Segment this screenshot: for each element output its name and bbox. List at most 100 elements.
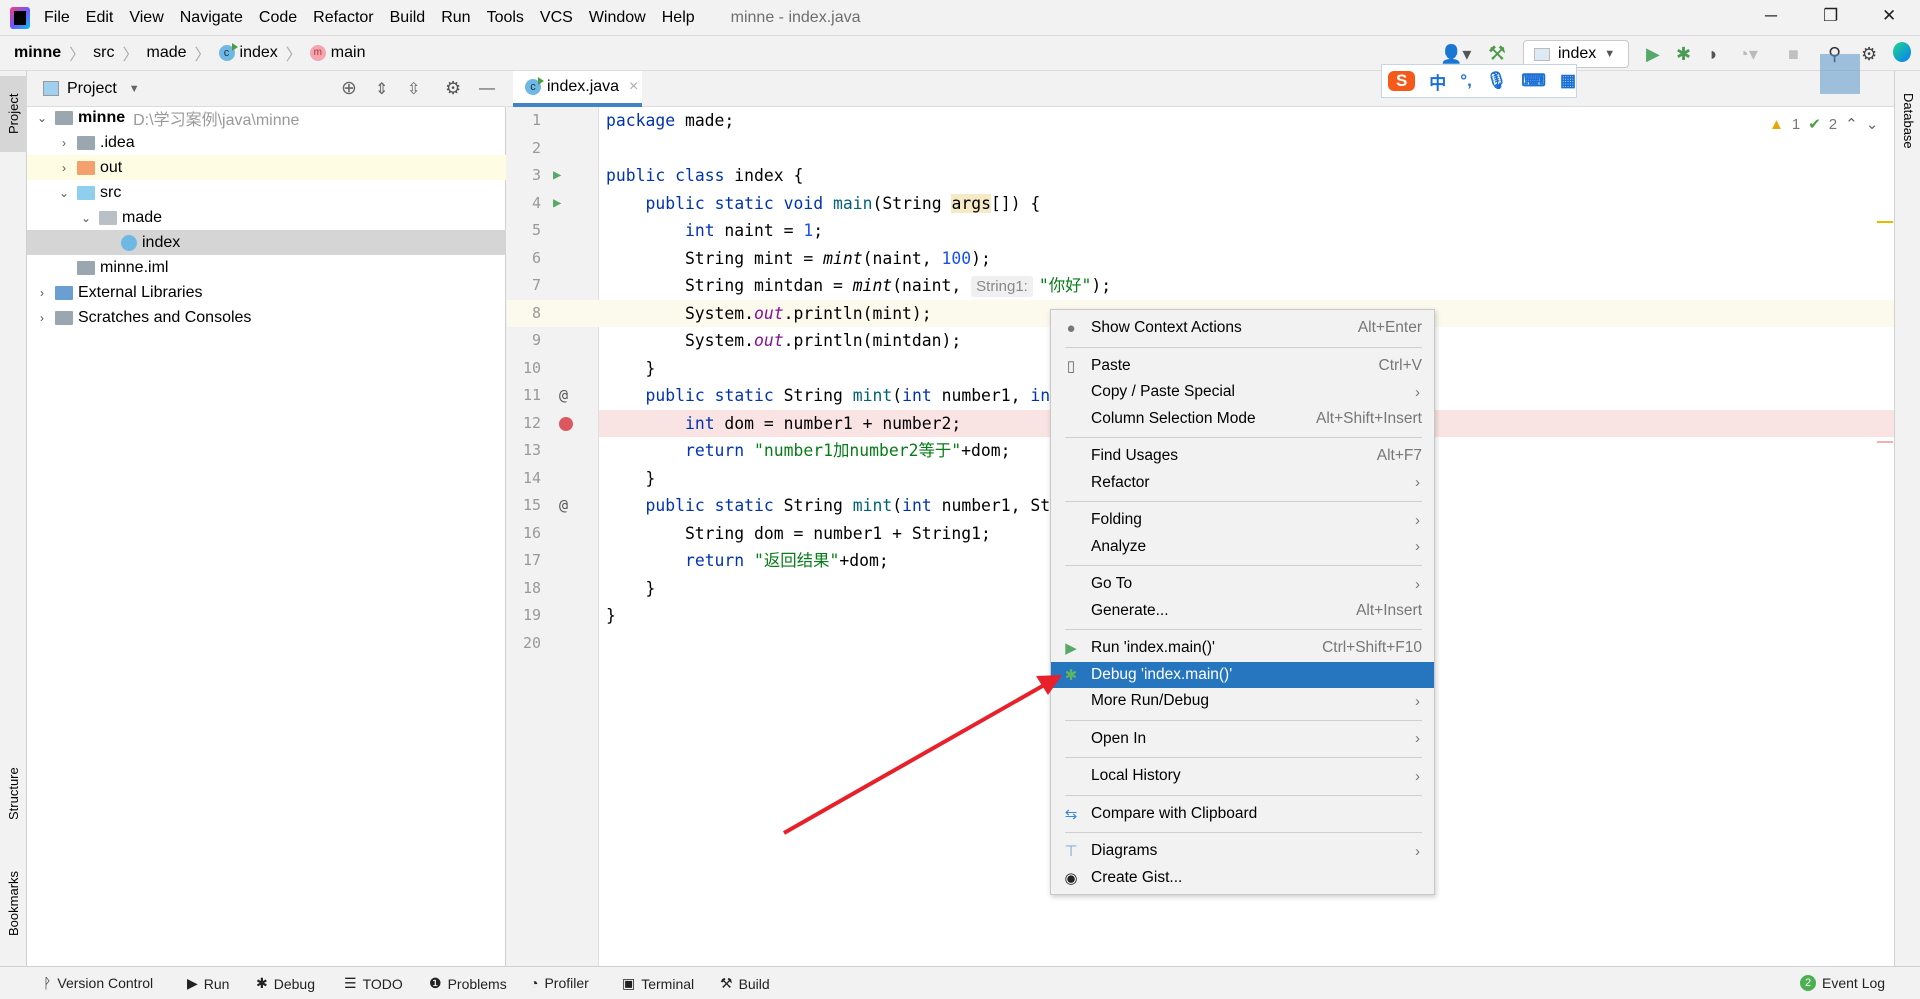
breadcrumb-src[interactable]: src bbox=[93, 44, 114, 62]
settings-icon[interactable]: ⚙ bbox=[445, 78, 461, 99]
minimize-button[interactable]: ─ bbox=[1765, 6, 1777, 26]
tool-tab-database[interactable]: Database bbox=[1895, 81, 1920, 161]
jetbrains-icon[interactable] bbox=[1893, 42, 1911, 62]
chevron-right-icon[interactable]: › bbox=[57, 161, 71, 175]
status-tab-debug[interactable]: ✱ Debug bbox=[256, 975, 315, 992]
breadcrumb-method[interactable]: m main bbox=[309, 44, 365, 62]
breakpoint-icon[interactable] bbox=[559, 416, 573, 431]
code-line[interactable]: 1 package made; bbox=[507, 107, 1894, 135]
close-tab-icon[interactable]: × bbox=[629, 78, 638, 96]
inspection-widget[interactable]: ▲ 1 ✔ 2 ⌃ ⌄ bbox=[1769, 115, 1879, 134]
menu-item-find-usages[interactable]: Find Usages Alt+F7 bbox=[1051, 443, 1434, 470]
sogou-logo-icon[interactable]: S bbox=[1388, 71, 1416, 91]
breakpoint-stripe-marker[interactable] bbox=[1877, 441, 1893, 443]
keyboard-icon[interactable]: ⌨ bbox=[1521, 71, 1546, 91]
menu-item-debug-index-main[interactable]: ✱ Debug 'index.main()' bbox=[1051, 661, 1434, 688]
tree-item-made[interactable]: ⌄ made bbox=[27, 205, 506, 230]
event-log-button[interactable]: 2 Event Log bbox=[1800, 975, 1885, 991]
project-panel-title[interactable]: Project bbox=[67, 80, 117, 98]
code-line[interactable]: 3 ▶ public class index { bbox=[507, 162, 1894, 190]
menu-item-show-context-actions[interactable]: ● Show Context Actions Alt+Enter bbox=[1051, 315, 1434, 342]
menu-item-run-index-main[interactable]: ▶ Run 'index.main()' Ctrl+Shift+F10 bbox=[1051, 635, 1434, 662]
chevron-right-icon[interactable]: › bbox=[57, 136, 71, 150]
menu-item-copy-paste-special[interactable]: Copy / Paste Special › bbox=[1051, 379, 1434, 406]
settings-icon[interactable]: ⚙ bbox=[1861, 44, 1877, 64]
menu-item-column-selection-mode[interactable]: Column Selection Mode Alt+Shift+Insert bbox=[1051, 406, 1434, 433]
run-icon[interactable]: ▶ bbox=[1646, 44, 1660, 64]
breadcrumb-class[interactable]: c index bbox=[218, 43, 278, 62]
menu-edit[interactable]: Edit bbox=[86, 9, 114, 27]
tool-tab-project[interactable]: Project bbox=[0, 76, 27, 152]
user-icon[interactable]: 👤▾ bbox=[1440, 44, 1471, 64]
mic-icon[interactable]: 🎙 bbox=[1486, 71, 1508, 91]
chevron-down-icon[interactable]: ▼ bbox=[129, 83, 140, 95]
tab-index-java[interactable]: c index.java × bbox=[513, 71, 642, 107]
tool-tab-structure[interactable]: Structure bbox=[0, 751, 27, 836]
chevron-down-icon[interactable]: ⌄ bbox=[57, 186, 71, 200]
menu-item-analyze[interactable]: Analyze › bbox=[1051, 534, 1434, 561]
menu-item-create-gist[interactable]: ◉ Create Gist... bbox=[1051, 865, 1434, 892]
run-gutter-icon[interactable]: ▶ bbox=[553, 162, 561, 190]
menu-item-folding[interactable]: Folding › bbox=[1051, 507, 1434, 534]
menu-navigate[interactable]: Navigate bbox=[180, 9, 243, 27]
ime-punct-button[interactable]: °, bbox=[1460, 71, 1472, 91]
menu-item-go-to[interactable]: Go To › bbox=[1051, 571, 1434, 598]
next-highlight-icon[interactable]: ⌄ bbox=[1866, 115, 1879, 133]
code-line[interactable]: 5 int naint = 1; bbox=[507, 217, 1894, 245]
locate-icon[interactable]: ⊕ bbox=[341, 77, 357, 100]
menu-vcs[interactable]: VCS bbox=[540, 9, 573, 27]
ime-mode-button[interactable]: 中 bbox=[1429, 69, 1446, 94]
override-gutter-icon[interactable]: @ bbox=[559, 382, 568, 410]
chevron-right-icon[interactable]: › bbox=[35, 311, 49, 325]
expand-all-icon[interactable]: ⇕ bbox=[375, 79, 388, 99]
tree-item-index[interactable]: index bbox=[27, 230, 506, 255]
status-tab-todo[interactable]: ☰ TODO bbox=[344, 975, 403, 992]
run-gutter-icon[interactable]: ▶ bbox=[553, 190, 561, 218]
menu-item-generate[interactable]: Generate... Alt+Insert bbox=[1051, 598, 1434, 625]
menu-tools[interactable]: Tools bbox=[487, 9, 524, 27]
breadcrumb-made[interactable]: made bbox=[146, 44, 186, 62]
tree-item-scratches-and-consoles[interactable]: › Scratches and Consoles bbox=[27, 305, 506, 330]
menu-view[interactable]: View bbox=[129, 9, 163, 27]
menu-window[interactable]: Window bbox=[589, 9, 646, 27]
tree-item-minne[interactable]: ⌄ minne D:\学习案例\java\minne bbox=[27, 105, 506, 130]
menu-item-diagrams[interactable]: ⊤ Diagrams › bbox=[1051, 838, 1434, 865]
code-line[interactable]: 6 String mint = mint(naint, 100); bbox=[507, 245, 1894, 273]
close-window-button[interactable]: ✕ bbox=[1882, 6, 1896, 26]
restore-button[interactable]: ❐ bbox=[1823, 6, 1838, 26]
tree-item-minne-iml[interactable]: minne.iml bbox=[27, 255, 506, 280]
chevron-down-icon[interactable]: ⌄ bbox=[79, 211, 93, 225]
breadcrumb-project[interactable]: minne bbox=[14, 44, 61, 62]
code-line[interactable]: 4 ▶ public static void main(String args[]… bbox=[507, 190, 1894, 218]
tool-tab-bookmarks[interactable]: Bookmarks bbox=[0, 856, 27, 951]
status-tab-version-control[interactable]: ᚹ Version Control bbox=[43, 975, 153, 991]
tree-item-external-libraries[interactable]: › External Libraries bbox=[27, 280, 506, 305]
status-tab-problems[interactable]: ❶ Problems bbox=[429, 975, 507, 992]
debug-icon[interactable]: ✱ bbox=[1676, 44, 1691, 64]
menu-item-paste[interactable]: ▯ Paste Ctrl+V bbox=[1051, 353, 1434, 380]
override-gutter-icon[interactable]: @ bbox=[559, 492, 568, 520]
build-hammer-icon[interactable]: ⚒ bbox=[1488, 44, 1506, 64]
menu-item-local-history[interactable]: Local History › bbox=[1051, 763, 1434, 790]
status-tab-run[interactable]: ▶ Run bbox=[187, 975, 229, 992]
status-tab-build[interactable]: ⚒ Build bbox=[720, 975, 770, 992]
menu-build[interactable]: Build bbox=[390, 9, 426, 27]
status-tab-terminal[interactable]: ▣ Terminal bbox=[622, 975, 694, 992]
menu-run[interactable]: Run bbox=[441, 9, 470, 27]
menu-item-refactor[interactable]: Refactor › bbox=[1051, 470, 1434, 497]
chevron-down-icon[interactable]: ⌄ bbox=[35, 111, 49, 125]
menu-item-open-in[interactable]: Open In › bbox=[1051, 726, 1434, 753]
hide-icon[interactable]: — bbox=[479, 80, 495, 98]
status-tab-profiler[interactable]: ◔ Profiler bbox=[530, 975, 589, 991]
menu-item-more-run-debug[interactable]: More Run/Debug › bbox=[1051, 688, 1434, 715]
warning-stripe-marker[interactable] bbox=[1877, 221, 1893, 223]
profiler-icon[interactable]: ◔▾ bbox=[1738, 44, 1758, 64]
menu-refactor[interactable]: Refactor bbox=[313, 9, 373, 27]
menu-item-compare-with-clipboard[interactable]: ⇆ Compare with Clipboard bbox=[1051, 801, 1434, 828]
code-line[interactable]: 7 String mintdan = mint(naint, String1: "… bbox=[507, 272, 1894, 300]
menu-code[interactable]: Code bbox=[259, 9, 297, 27]
tree-item-src[interactable]: ⌄ src bbox=[27, 180, 506, 205]
tree-item--idea[interactable]: › .idea bbox=[27, 130, 506, 155]
coverage-icon[interactable]: ◗ bbox=[1708, 44, 1719, 64]
previous-highlight-icon[interactable]: ⌃ bbox=[1845, 115, 1858, 133]
